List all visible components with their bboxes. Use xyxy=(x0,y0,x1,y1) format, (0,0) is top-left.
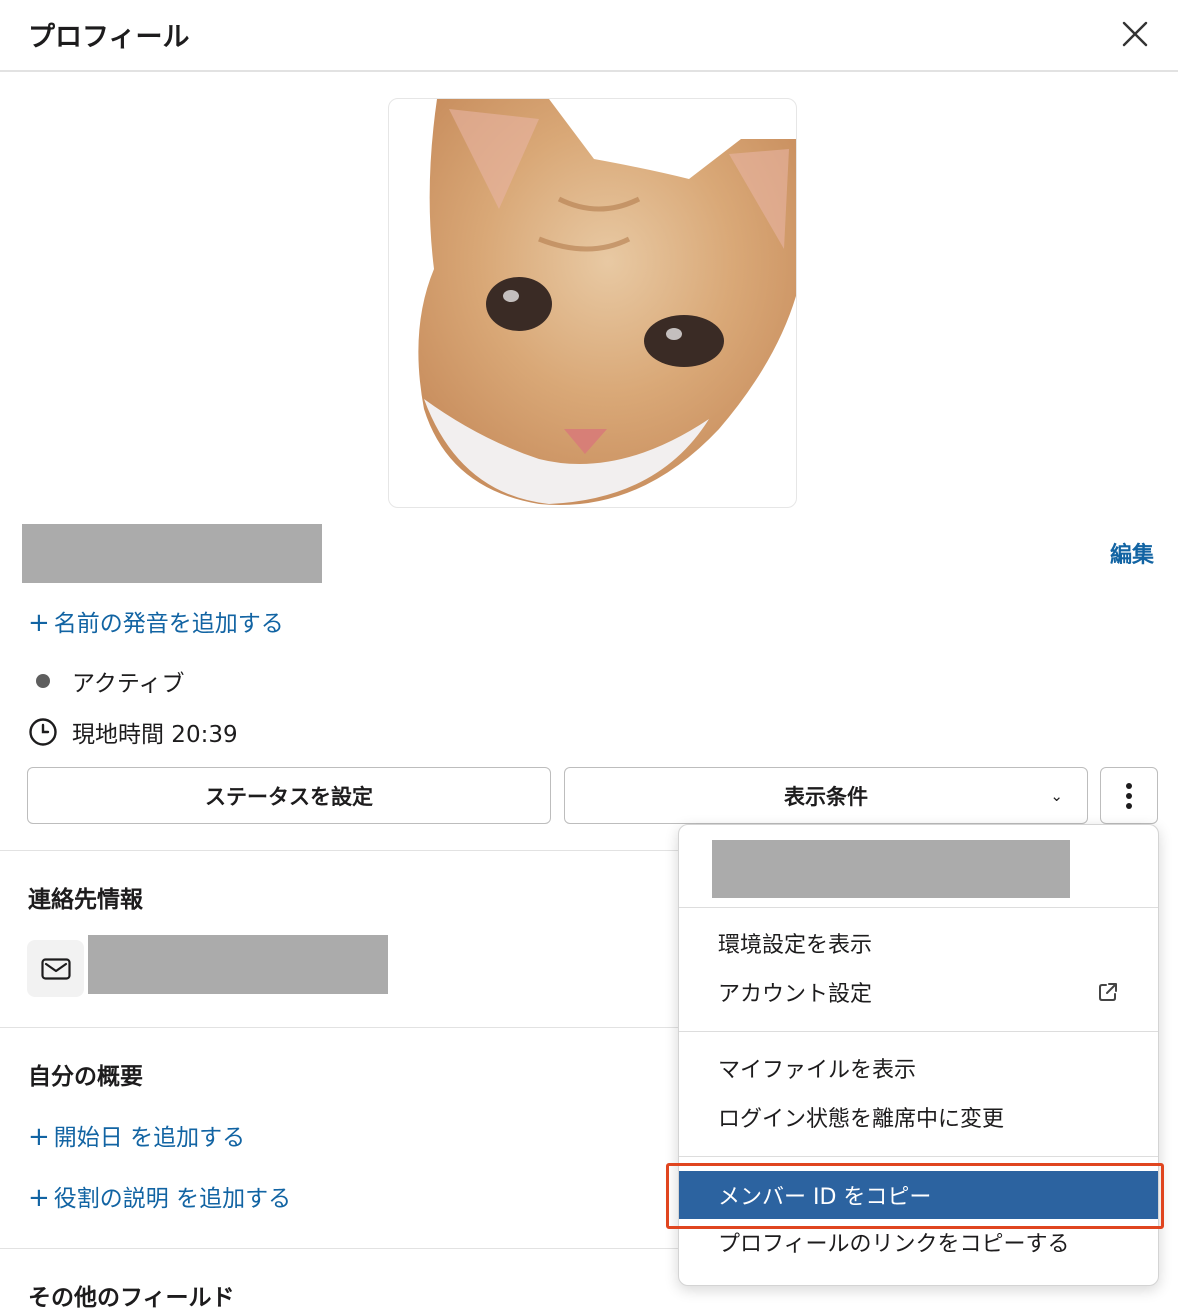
plus-icon: + xyxy=(28,1183,50,1213)
display-name-redacted xyxy=(22,524,322,583)
chevron-down-icon: ⌄ xyxy=(1050,787,1063,805)
menu-item-label: ログイン状態を離席中に変更 xyxy=(718,1107,1005,1132)
add-start-date-label: 開始日 を追加する xyxy=(53,1125,246,1151)
email-redacted[interactable] xyxy=(88,935,388,994)
menu-item-label: プロフィールのリンクをコピーする xyxy=(718,1232,1070,1257)
clock-icon xyxy=(29,718,57,746)
contact-section-title: 連絡先情報 xyxy=(28,887,143,913)
panel-title: プロフィール xyxy=(28,22,190,53)
menu-item-copy-profile-link[interactable]: プロフィールのリンクをコピーする xyxy=(679,1219,1158,1265)
menu-item-copy-member-id[interactable]: メンバー ID をコピー xyxy=(679,1171,1158,1219)
add-name-pronunciation-link[interactable]: + 名前の発音を追加する xyxy=(28,604,284,638)
set-status-button[interactable]: ステータスを設定 xyxy=(27,767,551,824)
plus-icon: + xyxy=(28,1122,50,1152)
add-role-link[interactable]: + 役割の説明 を追加する xyxy=(28,1179,291,1213)
view-options-label: 表示条件 xyxy=(784,784,868,809)
edit-profile-link[interactable]: 編集 xyxy=(1110,537,1154,569)
presence-text: アクティブ xyxy=(72,671,185,697)
add-start-date-link[interactable]: + 開始日 を追加する xyxy=(28,1118,245,1152)
menu-user-redacted xyxy=(712,840,1070,898)
set-status-label: ステータスを設定 xyxy=(205,784,373,809)
menu-separator xyxy=(679,1156,1158,1157)
plus-icon: + xyxy=(28,608,50,638)
more-vertical-icon xyxy=(1126,782,1132,809)
mail-icon xyxy=(40,957,71,980)
add-role-label: 役割の説明 を追加する xyxy=(53,1186,292,1212)
about-section-title: 自分の概要 xyxy=(28,1064,143,1090)
local-time-text: 現地時間 20:39 xyxy=(72,722,238,748)
menu-item-account-settings[interactable]: アカウント設定 xyxy=(679,969,1158,1015)
menu-item-label: アカウント設定 xyxy=(718,982,873,1007)
external-link-icon xyxy=(1099,983,1117,1001)
status-dot-icon xyxy=(36,674,50,688)
menu-item-preferences[interactable]: 環境設定を表示 xyxy=(679,920,1158,966)
menu-item-label: 環境設定を表示 xyxy=(718,933,873,958)
section-divider xyxy=(0,850,678,851)
add-name-pronunciation-label: 名前の発音を追加する xyxy=(53,611,284,637)
more-actions-menu: 環境設定を表示 アカウント設定 マイファイルを表示 ログイン状態を離席中に変更 … xyxy=(678,824,1159,1286)
cat-avatar xyxy=(418,99,796,505)
close-icon[interactable] xyxy=(1121,20,1149,48)
close-button[interactable] xyxy=(1112,14,1158,54)
other-fields-section-title: その他のフィールド xyxy=(28,1285,235,1311)
menu-separator xyxy=(679,1031,1158,1032)
profile-photo[interactable] xyxy=(388,98,797,508)
menu-item-label: マイファイルを表示 xyxy=(718,1058,917,1083)
presence-row: アクティブ xyxy=(28,664,184,698)
menu-item-label: メンバー ID をコピー xyxy=(718,1185,932,1210)
view-options-button[interactable]: 表示条件 ⌄ xyxy=(564,767,1088,824)
section-divider xyxy=(0,1248,678,1249)
local-time-row: 現地時間 20:39 xyxy=(28,715,238,749)
panel-header: プロフィール xyxy=(0,0,1178,72)
menu-item-set-away[interactable]: ログイン状態を離席中に変更 xyxy=(679,1094,1158,1140)
section-divider xyxy=(0,1027,678,1028)
more-actions-button[interactable] xyxy=(1100,767,1158,824)
menu-separator xyxy=(679,907,1158,908)
menu-item-view-files[interactable]: マイファイルを表示 xyxy=(679,1045,1158,1091)
email-tile[interactable] xyxy=(27,940,84,997)
